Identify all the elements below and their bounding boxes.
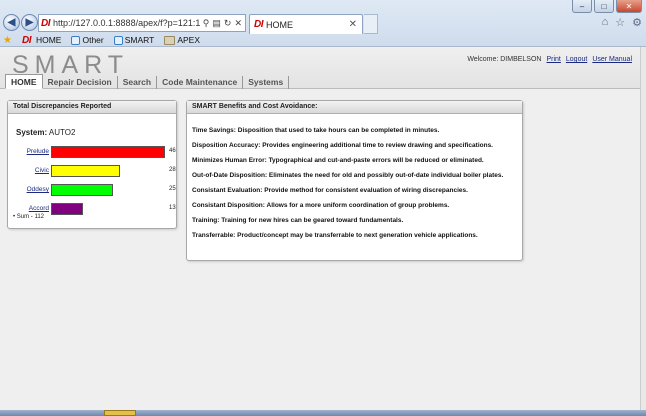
browser-tools: ⌂ ☆ ⚙ — [602, 16, 642, 29]
user-manual-link[interactable]: User Manual — [592, 56, 632, 63]
benefit-item: Minimizes Human Error: Typographical and… — [192, 157, 484, 164]
taskbar — [0, 410, 646, 416]
chart-row: Prelude 46 — [14, 145, 176, 159]
user-links: Welcome: DIMBELSON Print Logout User Man… — [467, 56, 632, 63]
tab-systems[interactable]: Systems — [243, 76, 290, 89]
site-favicon-icon: DI — [41, 17, 51, 29]
gear-icon[interactable]: ⚙ — [632, 16, 642, 29]
sum-value: Sum - 112 — [16, 214, 45, 220]
benefit-item: Consistant Disposition: Allows for a mor… — [192, 202, 450, 209]
logout-link[interactable]: Logout — [566, 56, 587, 63]
forward-button[interactable]: ▶ — [21, 14, 38, 31]
page-scrollbar[interactable] — [640, 47, 646, 416]
favorite-smart[interactable]: SMART — [113, 35, 154, 45]
tab-favicon-icon: DI — [254, 19, 264, 30]
chart-bar-civic — [51, 165, 120, 177]
search-icon[interactable]: ⚲ — [203, 18, 210, 29]
discrepancies-title: Total Discrepancies Reported — [8, 101, 176, 114]
di-logo-icon: DI — [21, 34, 32, 46]
tab-code-maintenance[interactable]: Code Maintenance — [157, 76, 244, 89]
app-header: SMART Welcome: DIMBELSON Print Logout Us… — [0, 48, 640, 89]
taskbar-folder-icon[interactable] — [104, 410, 136, 416]
address-url[interactable]: http://127.0.0.1:8888/apex/f?p=121:1:566… — [53, 18, 200, 28]
favorite-home[interactable]: DI HOME — [22, 35, 62, 46]
sum-label: • Sum - 112 — [13, 214, 45, 220]
main-nav: HOME Repair Decision Search Code Mainten… — [5, 74, 290, 89]
chart-bar-accord — [51, 203, 83, 215]
system-line: System: AUTO2 — [16, 128, 75, 137]
category-link-oddesy[interactable]: Oddesy — [14, 186, 49, 193]
tab-title: HOME — [266, 19, 293, 30]
chart-value-label: 13 — [169, 205, 176, 211]
browser-chrome: – □ ✕ ◀ ▶ DI http://127.0.0.1:8888/apex/… — [0, 0, 646, 47]
tab-repair-decision[interactable]: Repair Decision — [43, 76, 118, 89]
folder-icon — [164, 35, 176, 45]
refresh-icon[interactable]: ↻ — [224, 18, 232, 29]
navigation-bar: ◀ ▶ DI http://127.0.0.1:8888/apex/f?p=12… — [0, 12, 646, 34]
benefit-item: Out-of-Date Disposition: Eliminates the … — [192, 172, 504, 179]
compatibility-view-icon[interactable]: ▤ — [212, 18, 221, 29]
stop-icon[interactable]: ✕ — [234, 18, 242, 29]
favorites-star-icon[interactable]: ★ — [3, 35, 12, 45]
chart-row: Civic 28 — [14, 164, 176, 178]
benefit-item: Training: Training for new hires can be … — [192, 217, 404, 224]
browser-tab[interactable]: DI HOME ✕ — [249, 14, 363, 34]
category-link-prelude[interactable]: Prelude — [14, 148, 49, 155]
welcome-text: Welcome: DIMBELSON — [467, 56, 542, 63]
benefit-item: Time Savings: Disposition that used to t… — [192, 127, 440, 134]
chart-value-label: 25 — [169, 186, 176, 192]
favorite-apex[interactable]: APEX — [164, 35, 200, 45]
new-tab-button[interactable] — [364, 14, 378, 34]
favorite-other[interactable]: Other — [71, 35, 104, 45]
discrepancies-panel: Total Discrepancies Reported System: AUT… — [7, 100, 177, 229]
system-value: AUTO2 — [48, 128, 76, 137]
close-tab-icon[interactable]: ✕ — [349, 19, 357, 30]
tab-search[interactable]: Search — [118, 76, 158, 89]
favorites-star-icon[interactable]: ☆ — [615, 16, 625, 29]
chart-value-label: 28 — [169, 167, 176, 173]
benefit-item: Disposition Accuracy: Provides engineeri… — [192, 142, 493, 149]
print-link[interactable]: Print — [546, 56, 560, 63]
benefit-item: Transferrable: Product/concept may be tr… — [192, 232, 478, 239]
category-link-accord[interactable]: Accord — [14, 205, 49, 212]
page-icon — [71, 35, 81, 45]
benefits-panel: SMART Benefits and Cost Avoidance: Time … — [186, 100, 523, 261]
home-icon[interactable]: ⌂ — [602, 16, 609, 29]
favorites-bar: ★ DI HOME Other SMART APEX — [0, 33, 200, 47]
benefits-title: SMART Benefits and Cost Avoidance: — [187, 101, 522, 114]
chart-row: Oddesy 25 — [14, 183, 176, 197]
address-bar[interactable]: DI http://127.0.0.1:8888/apex/f?p=121:1:… — [38, 14, 246, 32]
chart-bar-prelude — [51, 146, 165, 158]
tab-home[interactable]: HOME — [5, 74, 43, 89]
system-label: System: — [16, 128, 48, 137]
page-icon — [113, 35, 123, 45]
category-link-civic[interactable]: Civic — [14, 167, 49, 174]
chart-value-label: 46 — [169, 148, 176, 154]
chart-bar-oddesy — [51, 184, 113, 196]
benefit-item: Consistant Evaluation: Provide method fo… — [192, 187, 468, 194]
app-page: SMART Welcome: DIMBELSON Print Logout Us… — [0, 48, 640, 410]
back-button[interactable]: ◀ — [3, 14, 20, 31]
